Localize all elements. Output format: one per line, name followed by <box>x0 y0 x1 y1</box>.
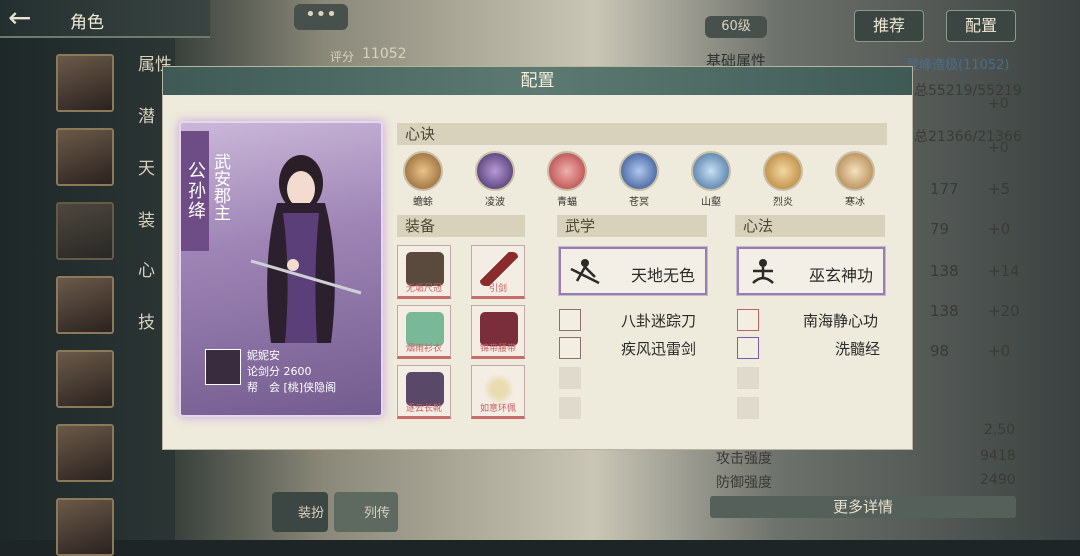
stat-value: 177 <box>930 180 959 198</box>
outfit-button[interactable]: 装扮 <box>272 492 328 532</box>
character-avatar[interactable] <box>56 424 114 482</box>
equip-slot[interactable]: 逐云长靴 <box>397 365 451 419</box>
mp-add: +0 <box>988 140 1009 156</box>
meditation-figure-icon <box>737 337 759 359</box>
stat-value: 98 <box>930 342 950 360</box>
side-tab-skills[interactable]: 技 <box>138 308 155 333</box>
xinjue-item[interactable]: 蟾蜍 <box>401 151 445 208</box>
equip-slot[interactable]: 无垢尺冠 <box>397 245 451 299</box>
stat-number: 2490 <box>980 472 1016 488</box>
stat-value: 138 <box>930 262 959 280</box>
flame-icon <box>763 151 803 191</box>
recommend-button[interactable]: 推荐 <box>854 10 924 42</box>
wuxue-item[interactable]: 疾风迅雷剑 <box>559 337 707 359</box>
equip-slot[interactable]: 锦带腰带 <box>471 305 525 359</box>
character-sidebar: 属性 潜 天 装 心 技 <box>0 38 175 556</box>
character-name: 公孙绛 <box>181 131 209 251</box>
xinfa-item[interactable]: 洗髓经 <box>737 337 885 359</box>
character-avatar[interactable] <box>56 350 114 408</box>
stat-add: +0 <box>988 220 1011 238</box>
stat-add: +20 <box>988 302 1020 320</box>
bat-icon <box>547 151 587 191</box>
stat-value: 138 <box>930 302 959 320</box>
xinjue-item[interactable]: 山壑 <box>689 151 733 208</box>
stat-label: 防御强度 <box>716 475 772 491</box>
dialog-title: 配置 <box>163 67 912 95</box>
wuxue-main-slot[interactable]: 天地无色 <box>558 246 708 296</box>
more-details-button[interactable]: 更多详情 <box>710 496 1016 518</box>
biography-button[interactable]: 列传 <box>334 492 398 532</box>
empty-slot[interactable] <box>737 367 759 389</box>
martial-figure-icon <box>559 309 581 331</box>
side-tab-xinjue[interactable]: 心 <box>138 256 155 281</box>
wuxue-section: 武学 <box>557 215 707 237</box>
meditation-figure-icon <box>752 259 774 284</box>
character-avatar[interactable] <box>56 276 114 334</box>
config-button[interactable]: 配置 <box>946 10 1016 42</box>
martial-figure-icon <box>570 259 600 285</box>
empty-slot[interactable] <box>559 367 581 389</box>
side-tab-talent[interactable]: 天 <box>138 154 155 179</box>
wuxue-item[interactable]: 八卦迷踪刀 <box>559 309 707 331</box>
equip-slot[interactable]: 引剑 <box>471 245 525 299</box>
config-dialog: 配置 公孙绛 武安郡主 妮妮安 论剑分 2600 帮 会 [桃]侠隐阁 心诀 蟾… <box>162 66 913 450</box>
side-tab-equipment[interactable]: 装 <box>138 206 155 231</box>
character-portrait <box>250 155 362 343</box>
character-avatar[interactable] <box>56 202 114 260</box>
character-avatar[interactable] <box>56 54 114 112</box>
character-avatar[interactable] <box>56 498 114 556</box>
xinjue-section: 心诀 <box>397 123 887 145</box>
stat-label: 攻击强度 <box>716 451 772 467</box>
chat-bubble-icon[interactable]: ••• <box>294 4 348 30</box>
score-label: 评分 <box>330 50 355 64</box>
stat-add: +0 <box>988 342 1011 360</box>
stat-add: +14 <box>988 262 1020 280</box>
xinfa-item[interactable]: 南海静心功 <box>737 309 885 331</box>
hp-add: +0 <box>988 96 1009 112</box>
character-card: 公孙绛 武安郡主 妮妮安 论剑分 2600 帮 会 [桃]侠隐阁 <box>179 121 383 417</box>
stat-number: 2.50 <box>984 422 1016 438</box>
character-avatar[interactable] <box>56 128 114 186</box>
rank-label: 登峰造极(11052) <box>906 58 1010 73</box>
mountain-icon <box>691 151 731 191</box>
wuxue-main-label: 天地无色 <box>630 266 695 285</box>
xinfa-section: 心法 <box>735 215 885 237</box>
empty-slot[interactable] <box>559 397 581 419</box>
meditation-figure-icon <box>737 309 759 331</box>
xinjue-item[interactable]: 烈炎 <box>761 151 805 208</box>
xinjue-item[interactable]: 寒冰 <box>833 151 877 208</box>
page-title: 角色 <box>70 13 104 33</box>
player-score: 论剑分 2600 <box>247 365 312 378</box>
xinjue-item[interactable]: 青蝠 <box>545 151 589 208</box>
top-bar: ← 角色 <box>0 0 210 38</box>
toad-icon <box>403 151 443 191</box>
stat-number: 9418 <box>980 448 1016 464</box>
side-tab-potential[interactable]: 潜 <box>138 102 155 127</box>
snowflake-icon <box>835 151 875 191</box>
xinjue-item[interactable]: 凌波 <box>473 151 517 208</box>
wave-icon <box>475 151 515 191</box>
xinfa-main-slot[interactable]: 巫玄神功 <box>736 246 886 296</box>
stat-add: +5 <box>988 180 1011 198</box>
sky-icon <box>619 151 659 191</box>
back-arrow-icon[interactable]: ← <box>8 4 50 34</box>
equip-slot[interactable]: 烟雨衫衣 <box>397 305 451 359</box>
equip-slot[interactable]: 如意环佩 <box>471 365 525 419</box>
equip-section: 装备 <box>397 215 525 237</box>
xinjue-item[interactable]: 苍冥 <box>617 151 661 208</box>
xinfa-main-label: 巫玄神功 <box>808 266 873 285</box>
stat-value: 79 <box>930 220 950 238</box>
player-guild: 帮 会 [桃]侠隐阁 <box>247 381 337 394</box>
player-name: 妮妮安 <box>247 349 280 362</box>
martial-figure-icon <box>559 337 581 359</box>
empty-slot[interactable] <box>737 397 759 419</box>
score-value: 11052 <box>362 46 407 62</box>
level-badge: 60级 <box>705 16 767 38</box>
player-avatar <box>205 349 241 385</box>
